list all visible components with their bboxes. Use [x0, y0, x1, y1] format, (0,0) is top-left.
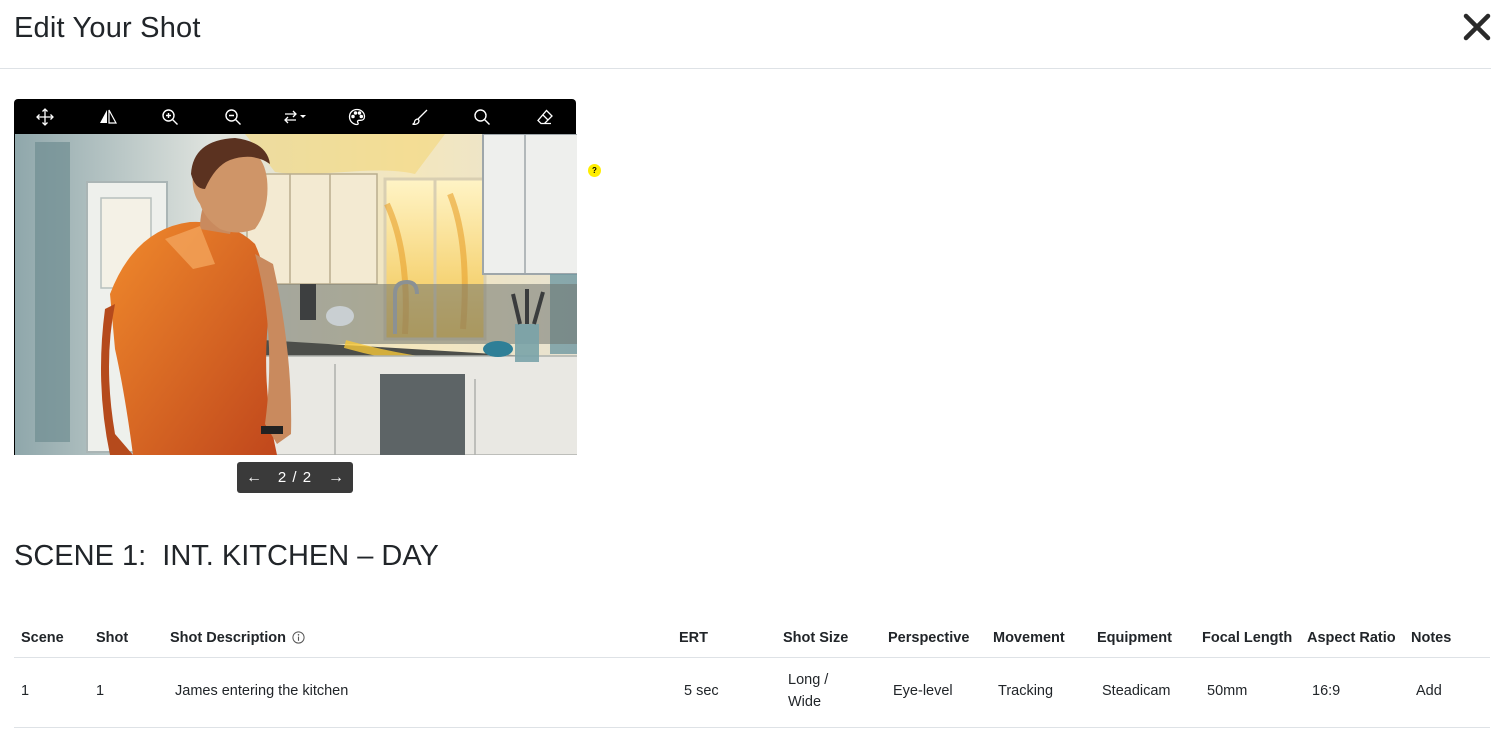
image-counter: 2 / 2: [277, 469, 313, 486]
search-icon[interactable]: [451, 99, 513, 134]
cell-focal-length[interactable]: 50mm: [1207, 680, 1247, 702]
cell-scene: 1: [21, 683, 30, 699]
zoom-in-icon[interactable]: [139, 99, 201, 134]
storyboard-illustration: [15, 134, 577, 455]
cell-perspective[interactable]: Eye-level: [893, 680, 953, 702]
cell-shot: 1: [96, 683, 105, 699]
column-header-ert: ERT: [679, 630, 708, 646]
table-row[interactable]: 1 1 James entering the kitchen 5 sec Lon…: [14, 658, 1490, 728]
column-header-equipment: Equipment: [1097, 630, 1172, 646]
cell-shot-size[interactable]: Long / Wide: [788, 669, 828, 713]
scene-heading: SCENE 1: INT. KITCHEN – DAY: [14, 540, 439, 572]
info-icon[interactable]: [292, 631, 305, 644]
modal-title: Edit Your Shot: [14, 12, 201, 44]
swap-arrows-icon[interactable]: [264, 99, 326, 134]
brush-icon[interactable]: [389, 99, 451, 134]
prev-image-button[interactable]: ←: [245, 469, 263, 487]
column-header-shot-size: Shot Size: [783, 630, 849, 646]
palette-icon[interactable]: [326, 99, 388, 134]
column-header-shot-description-label: Shot Description: [170, 630, 287, 646]
next-image-button[interactable]: →: [327, 469, 345, 487]
shot-table: Scene Shot Shot Description ERT Shot Siz…: [14, 620, 1490, 728]
add-notes-link[interactable]: Add: [1416, 680, 1442, 702]
move-icon[interactable]: [14, 99, 76, 134]
column-header-movement: Movement: [993, 630, 1065, 646]
cell-aspect-ratio[interactable]: 16:9: [1312, 680, 1340, 702]
help-icon[interactable]: ?: [588, 164, 601, 177]
eraser-icon[interactable]: [514, 99, 576, 134]
cell-shot-description[interactable]: James entering the kitchen: [175, 680, 348, 702]
cell-equipment[interactable]: Steadicam: [1102, 680, 1171, 702]
zoom-out-icon[interactable]: [201, 99, 263, 134]
cell-shot-size-line2: Wide: [788, 694, 822, 710]
cell-shot-size-line1: Long /: [788, 672, 829, 688]
image-editor: [14, 99, 577, 455]
close-icon[interactable]: [1462, 12, 1491, 46]
column-header-scene: Scene: [21, 630, 64, 646]
image-pager: ← 2 / 2 →: [237, 462, 353, 493]
help-label: ?: [592, 166, 597, 175]
column-header-shot-description: Shot Description: [170, 630, 305, 646]
column-header-notes: Notes: [1411, 630, 1452, 646]
column-header-focal-length: Focal Length: [1202, 630, 1293, 646]
table-header-row: Scene Shot Shot Description ERT Shot Siz…: [14, 620, 1490, 658]
column-header-perspective: Perspective: [888, 630, 970, 646]
storyboard-image[interactable]: [14, 134, 577, 455]
column-header-shot: Shot: [96, 630, 129, 646]
editor-toolbar: [14, 99, 576, 134]
cell-movement[interactable]: Tracking: [998, 680, 1053, 702]
column-header-aspect-ratio: Aspect Ratio: [1307, 630, 1396, 646]
flip-icon[interactable]: [76, 99, 138, 134]
modal-header: Edit Your Shot: [0, 0, 1491, 69]
cell-ert[interactable]: 5 sec: [684, 680, 719, 702]
